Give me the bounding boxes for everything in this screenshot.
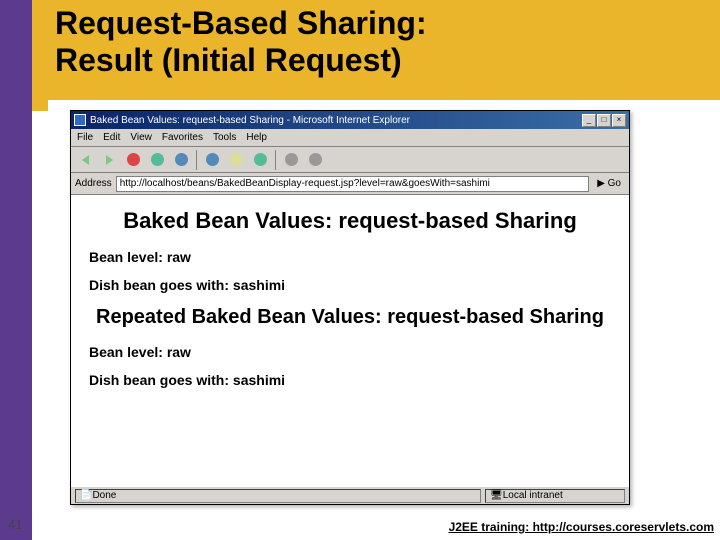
refresh-button[interactable] [146, 150, 168, 170]
favorites-button[interactable] [225, 150, 247, 170]
toolbar [71, 147, 629, 173]
home-button[interactable] [170, 150, 192, 170]
purple-side-bar [0, 0, 32, 540]
minimize-button[interactable]: _ [582, 114, 596, 127]
status-message: 📄 Done [75, 489, 481, 503]
history-icon [254, 153, 267, 166]
footer-link[interactable]: J2EE training: http://courses.coreservle… [449, 520, 714, 534]
print-button[interactable] [304, 150, 326, 170]
menu-edit[interactable]: Edit [103, 132, 120, 143]
menu-bar: File Edit View Favorites Tools Help [71, 129, 629, 147]
go-button[interactable]: ▶ Go [593, 178, 625, 189]
status-zone: 🖥 Local intranet [485, 489, 625, 503]
home-icon [175, 153, 188, 166]
history-button[interactable] [249, 150, 271, 170]
arrow-right-icon [106, 155, 113, 165]
mail-icon [285, 153, 298, 166]
search-button[interactable] [201, 150, 223, 170]
favorites-icon [230, 153, 243, 166]
refresh-icon [151, 153, 164, 166]
window-titlebar[interactable]: Baked Bean Values: request-based Sharing… [71, 111, 629, 129]
slide-number: 41 [8, 517, 22, 532]
dish-goes-with-2: Dish bean goes with: sashimi [89, 372, 611, 388]
bean-level-1: Bean level: raw [89, 249, 611, 265]
window-buttons: _ □ × [582, 114, 626, 127]
slide-title: Request-Based Sharing: Result (Initial R… [55, 5, 427, 79]
slide-title-line1: Request-Based Sharing: [55, 5, 427, 41]
address-bar: Address ▶ Go [71, 173, 629, 195]
back-button[interactable] [74, 150, 96, 170]
maximize-button[interactable]: □ [597, 114, 611, 127]
toolbar-separator [196, 150, 197, 170]
dish-goes-with-1: Dish bean goes with: sashimi [89, 277, 611, 293]
toolbar-separator [275, 150, 276, 170]
accent-square [32, 95, 48, 111]
menu-view[interactable]: View [130, 132, 152, 143]
stop-button[interactable] [122, 150, 144, 170]
menu-favorites[interactable]: Favorites [162, 132, 203, 143]
search-icon [206, 153, 219, 166]
slide-title-line2: Result (Initial Request) [55, 42, 402, 78]
page-heading-1: Baked Bean Values: request-based Sharing [89, 207, 611, 235]
browser-window: Baked Bean Values: request-based Sharing… [70, 110, 630, 505]
arrow-left-icon [82, 155, 89, 165]
menu-file[interactable]: File [77, 132, 93, 143]
bean-level-2: Bean level: raw [89, 344, 611, 360]
address-label: Address [75, 178, 112, 189]
forward-button[interactable] [98, 150, 120, 170]
print-icon [309, 153, 322, 166]
address-input[interactable] [116, 176, 590, 192]
mail-button[interactable] [280, 150, 302, 170]
page-heading-2: Repeated Baked Bean Values: request-base… [89, 305, 611, 330]
menu-tools[interactable]: Tools [213, 132, 236, 143]
stop-icon [127, 153, 140, 166]
menu-help[interactable]: Help [246, 132, 267, 143]
close-button[interactable]: × [612, 114, 626, 127]
page-content: Baked Bean Values: request-based Sharing… [71, 195, 629, 486]
status-bar: 📄 Done 🖥 Local intranet [71, 486, 629, 504]
ie-icon [74, 114, 86, 126]
window-title: Baked Bean Values: request-based Sharing… [90, 115, 410, 126]
